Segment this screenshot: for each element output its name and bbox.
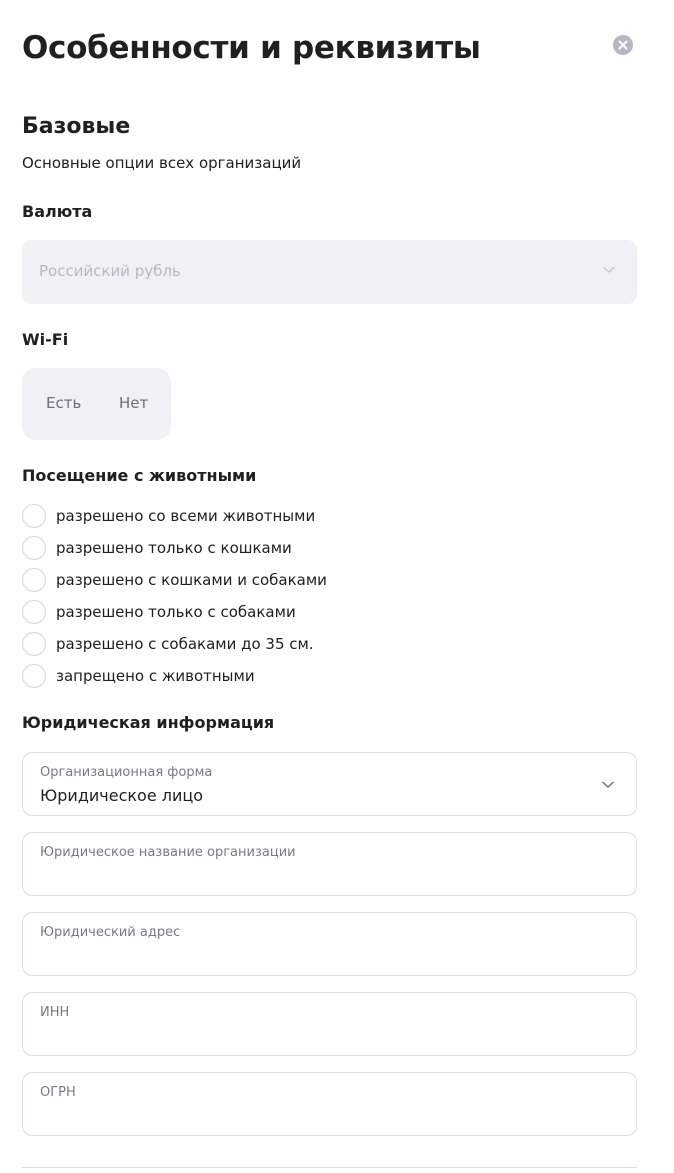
radio-label: запрещено с животными — [56, 667, 255, 685]
chevron-down-icon — [603, 266, 615, 273]
radio-button[interactable] — [22, 632, 46, 656]
wifi-option-no[interactable]: Нет — [119, 394, 148, 412]
org-form-select[interactable]: Организационная форма Юридическое лицо — [22, 752, 637, 816]
legal-name-input[interactable]: Юридическое название организации — [22, 832, 637, 896]
org-form-label: Организационная форма — [40, 765, 213, 780]
radio-label: разрешено с кошками и собаками — [56, 571, 327, 589]
radio-label: разрешено только с собаками — [56, 603, 296, 621]
legal-info-title: Юридическая информация — [22, 713, 275, 732]
pets-option-cats[interactable]: разрешено только с кошками — [22, 536, 292, 560]
ogrn-label: ОГРН — [40, 1085, 76, 1100]
ogrn-input[interactable]: ОГРН — [22, 1072, 637, 1136]
pets-option-all[interactable]: разрешено со всеми животными — [22, 504, 315, 528]
pets-label: Посещение с животными — [22, 466, 257, 485]
radio-label: разрешено с собаками до 35 см. — [56, 635, 314, 653]
chevron-down-icon — [602, 781, 614, 788]
legal-address-label: Юридический адрес — [40, 925, 181, 940]
section-title-basic: Базовые — [22, 114, 131, 139]
wifi-toggle: Есть Нет — [22, 368, 171, 440]
wifi-option-yes[interactable]: Есть — [46, 394, 81, 412]
page-title: Особенности и реквизиты — [22, 30, 481, 66]
wifi-label: Wi-Fi — [22, 330, 69, 349]
org-form-value: Юридическое лицо — [40, 786, 204, 805]
radio-button[interactable] — [22, 600, 46, 624]
section-description: Основные опции всех организаций — [22, 154, 302, 172]
features-dialog: Особенности и реквизиты Базовые Основные… — [0, 0, 674, 1173]
pets-option-small-dogs[interactable]: разрешено с собаками до 35 см. — [22, 632, 314, 656]
inn-label: ИНН — [40, 1005, 70, 1020]
radio-button[interactable] — [22, 504, 46, 528]
radio-button[interactable] — [22, 568, 46, 592]
inn-input[interactable]: ИНН — [22, 992, 637, 1056]
pets-option-dogs[interactable]: разрешено только с собаками — [22, 600, 296, 624]
close-icon — [618, 40, 628, 50]
legal-address-input[interactable]: Юридический адрес — [22, 912, 637, 976]
currency-label: Валюта — [22, 202, 93, 221]
radio-label: разрешено только с кошками — [56, 539, 292, 557]
pets-option-forbidden[interactable]: запрещено с животными — [22, 664, 255, 688]
pets-option-cats-dogs[interactable]: разрешено с кошками и собаками — [22, 568, 327, 592]
radio-label: разрешено со всеми животными — [56, 507, 316, 525]
next-field-edge — [22, 1167, 637, 1168]
legal-name-label: Юридическое название организации — [40, 845, 296, 860]
radio-button[interactable] — [22, 536, 46, 560]
currency-select[interactable]: Российский рубль — [22, 240, 637, 304]
currency-value: Российский рубль — [39, 262, 181, 280]
radio-button[interactable] — [22, 664, 46, 688]
close-button[interactable] — [613, 35, 633, 55]
